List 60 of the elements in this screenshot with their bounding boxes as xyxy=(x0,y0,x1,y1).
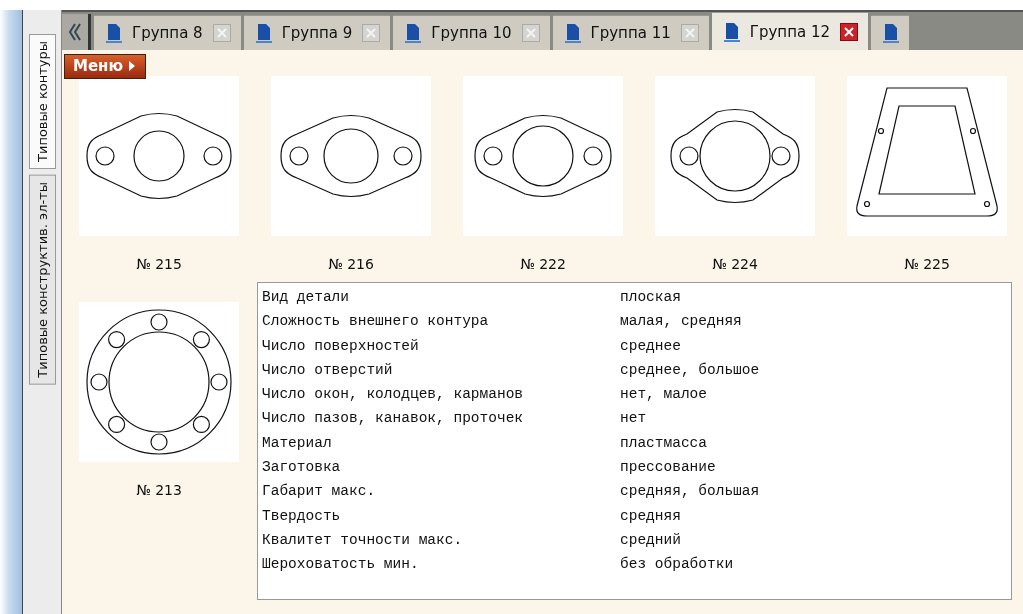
tab[interactable]: Группа 12 xyxy=(711,12,868,50)
property-value: малая, средняя xyxy=(620,313,743,332)
property-value: средний xyxy=(620,531,682,550)
document-icon xyxy=(723,21,740,42)
property-name: Заготовка xyxy=(262,459,342,478)
part-label: № 213 xyxy=(136,482,182,498)
property-name: Габарит макс. xyxy=(262,483,377,502)
property-name: Сложность внешнего контура xyxy=(262,313,490,332)
tab[interactable]: Группа 11 xyxy=(552,15,709,50)
property-value: средняя, большая xyxy=(620,483,761,502)
gasket-drawing[interactable] xyxy=(79,302,239,462)
close-icon xyxy=(525,28,536,38)
part-label: № 225 xyxy=(904,256,950,272)
gasket-drawing[interactable] xyxy=(463,76,623,236)
close-button[interactable] xyxy=(840,22,858,41)
document-icon xyxy=(106,23,122,43)
tab[interactable]: Группа 10 xyxy=(393,15,550,50)
property-value: пластмасса xyxy=(620,434,708,453)
scroll-left-button[interactable] xyxy=(62,14,91,50)
part-label: № 216 xyxy=(328,256,374,272)
gasket-drawing[interactable] xyxy=(79,76,239,236)
close-icon xyxy=(366,28,377,38)
property-name: Шероховатость мин. xyxy=(262,556,420,575)
part-label: № 222 xyxy=(520,256,566,272)
property-value: нет xyxy=(620,410,648,429)
property-value: среднее, большое xyxy=(620,361,761,380)
document-icon xyxy=(883,23,899,43)
property-value: среднее xyxy=(620,337,682,356)
part-label: № 215 xyxy=(136,256,182,272)
property-name: Материал xyxy=(262,434,333,453)
property-name: Число отверстий xyxy=(262,361,394,380)
property-name: Число поверхностей xyxy=(262,337,420,356)
property-value: нет, малое xyxy=(620,386,708,405)
tab[interactable]: Группа 9 xyxy=(243,15,391,50)
tab[interactable] xyxy=(871,15,909,50)
property-value: средняя xyxy=(620,507,682,526)
property-value: без обработки xyxy=(620,556,735,575)
tab[interactable]: Группа 8 xyxy=(94,15,241,50)
document-icon xyxy=(255,23,272,43)
menu-button[interactable]: Меню xyxy=(64,54,147,79)
gasket-drawing[interactable] xyxy=(655,76,815,236)
document-icon xyxy=(405,23,422,43)
property-value: прессование xyxy=(620,459,717,478)
side-tab[interactable]: Типовые конструктив. эл-ты xyxy=(28,175,56,385)
chevron-left-icon xyxy=(68,22,82,42)
property-name: Число пазов, канавок, проточек xyxy=(262,410,525,429)
close-icon xyxy=(216,28,227,38)
property-value: плоская xyxy=(620,289,682,307)
gasket-drawing[interactable] xyxy=(271,76,431,236)
property-name: Вид детали xyxy=(262,289,350,307)
side-tab[interactable]: Типовые контуры xyxy=(28,34,56,169)
gasket-drawing[interactable] xyxy=(847,76,1007,236)
property-name: Квалитет точности макс. xyxy=(262,531,464,550)
triangle-right-icon xyxy=(129,61,136,71)
property-name: Число окон, колодцев, карманов xyxy=(262,386,525,405)
part-label: № 224 xyxy=(712,256,758,272)
document-icon xyxy=(564,23,581,43)
property-name: Твердость xyxy=(262,507,342,526)
close-icon xyxy=(844,26,854,37)
close-icon xyxy=(684,28,695,38)
